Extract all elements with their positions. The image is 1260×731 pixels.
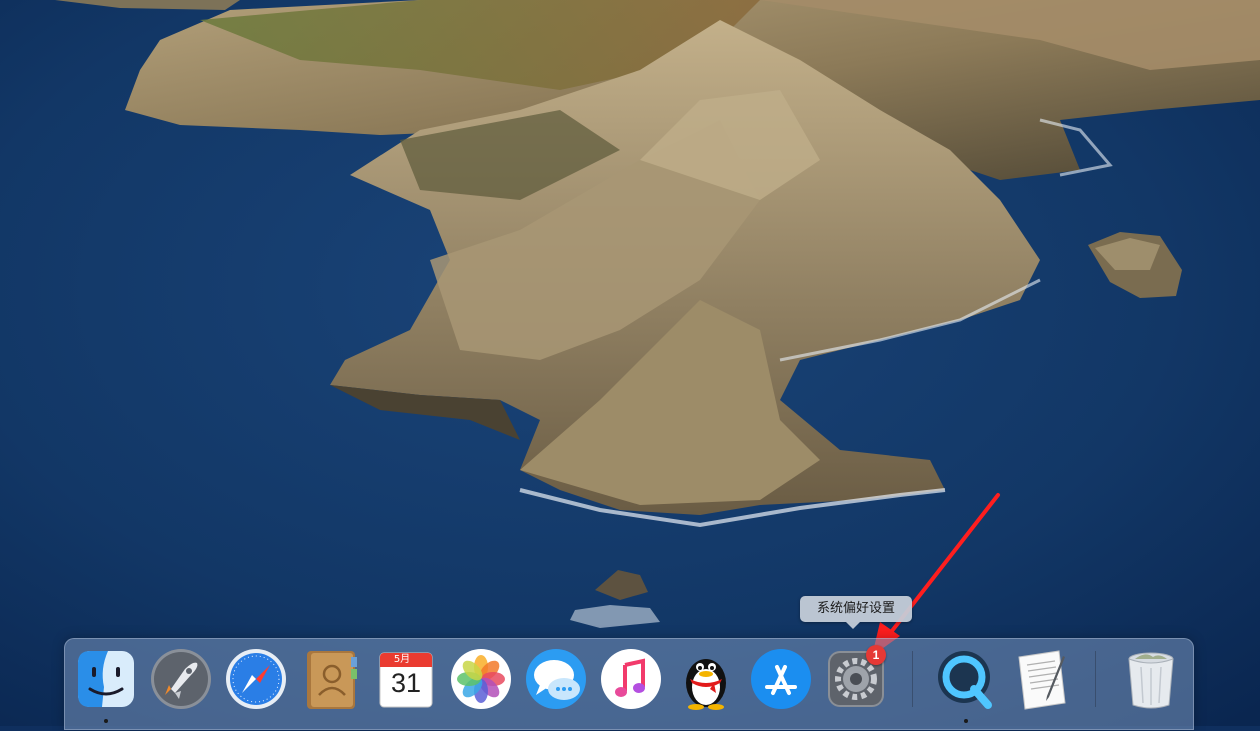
dock-item-safari[interactable]: [224, 647, 288, 713]
dock-item-quicktime[interactable]: [934, 647, 998, 723]
dock-separator: [1095, 651, 1096, 707]
dock-item-launchpad[interactable]: [149, 647, 213, 713]
dock-item-contacts[interactable]: [299, 647, 363, 713]
dock-item-calendar[interactable]: 5月 31: [374, 647, 438, 713]
penguin-icon: [686, 659, 726, 710]
contacts-book-icon: [307, 651, 357, 709]
trash-icon: [1128, 652, 1174, 709]
dock-item-app-store[interactable]: [749, 647, 813, 713]
dock-tooltip: 系统偏好设置: [800, 596, 912, 629]
app-store-icon: [751, 649, 811, 709]
calendar-month: 5月: [393, 654, 411, 665]
dock-separator: [912, 651, 913, 707]
running-indicator: [964, 719, 968, 723]
notification-badge: 1: [866, 645, 886, 665]
photos-flower-icon: [451, 649, 511, 709]
rocket-icon: [151, 649, 211, 709]
quicktime-icon: [938, 651, 992, 709]
dock-item-messages[interactable]: [524, 647, 588, 713]
dock-item-system-preferences[interactable]: 1: [824, 645, 888, 713]
compass-icon: [226, 649, 286, 709]
dock-item-finder[interactable]: [74, 647, 138, 723]
speech-bubble-icon: [526, 649, 586, 709]
dock-item-music[interactable]: [599, 647, 663, 713]
calendar-day: 31: [390, 668, 422, 698]
catalina-island-wallpaper: [0, 0, 1260, 726]
document-pen-icon: [1018, 650, 1066, 710]
finder-icon: [78, 651, 134, 707]
music-note-icon: [601, 649, 661, 709]
dock: 5月 31 1: [64, 638, 1194, 730]
dock-item-textedit[interactable]: [1009, 647, 1073, 713]
desktop-wallpaper: [0, 0, 1260, 726]
running-indicator: [104, 719, 108, 723]
dock-item-qq[interactable]: [674, 647, 738, 713]
dock-item-trash[interactable]: [1119, 647, 1183, 713]
dock-item-photos[interactable]: [449, 647, 513, 713]
